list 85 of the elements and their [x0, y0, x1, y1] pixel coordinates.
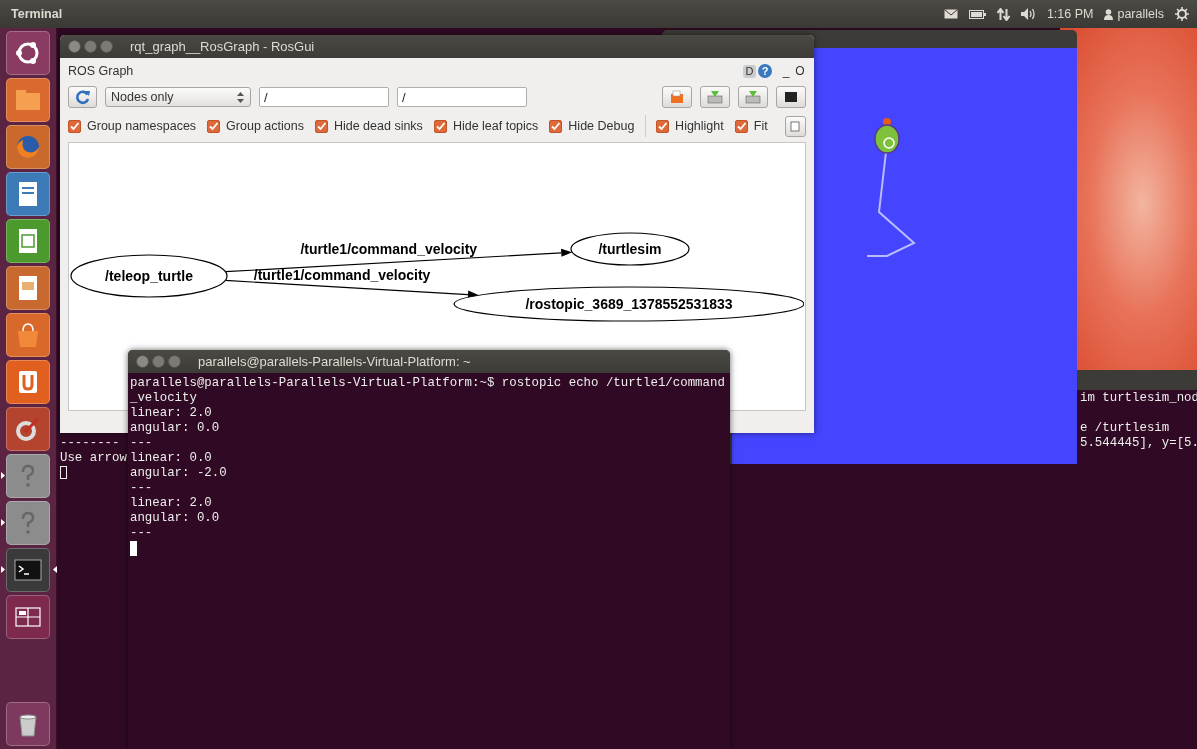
graph-node[interactable]: /turtlesim: [570, 232, 690, 266]
refresh-icon: [74, 89, 91, 105]
terminal-line: Use arrow: [60, 451, 127, 466]
graph-node[interactable]: /teleop_turtle: [70, 254, 228, 298]
check-icon: [208, 120, 220, 132]
terminal-line: linear: 0.0: [130, 451, 213, 466]
folder-icon: [670, 90, 684, 104]
terminal-line: linear: 2.0: [130, 496, 213, 511]
edge-label: /turtle1/command_velocity: [300, 241, 478, 257]
close-button[interactable]: [136, 355, 149, 368]
check-icon: [657, 120, 669, 132]
launcher-item[interactable]: [6, 31, 50, 75]
battery-icon[interactable]: [968, 9, 986, 19]
launcher-item[interactable]: [6, 595, 50, 639]
save-image-button[interactable]: [776, 86, 806, 108]
fit-view-button[interactable]: [784, 115, 806, 137]
check-icon: [69, 120, 80, 132]
network-icon[interactable]: [996, 7, 1010, 21]
terminal-line: angular: -2.0: [130, 466, 228, 481]
option-checkbox[interactable]: Highlight: [656, 119, 724, 133]
launcher-item[interactable]: [6, 266, 50, 310]
terminal-line: _velocity: [130, 391, 198, 406]
updown-icon: [237, 91, 244, 103]
mail-icon[interactable]: [943, 9, 958, 19]
person-icon: [1104, 8, 1114, 20]
node-filter-field[interactable]: /: [259, 87, 389, 107]
user-name[interactable]: parallels: [1117, 7, 1164, 21]
maximize-button[interactable]: [100, 40, 113, 53]
graph-node[interactable]: /rostopic_3689_1378552531833: [453, 286, 804, 322]
terminal-cursor: [130, 541, 137, 556]
terminal-line: ---: [130, 526, 154, 541]
minimize-plugin-button[interactable]: _: [780, 64, 792, 78]
terminal-line: --------: [60, 436, 121, 451]
load-button[interactable]: [662, 86, 692, 108]
check-icon: [735, 120, 747, 132]
minimize-button[interactable]: [84, 40, 97, 53]
launcher-item[interactable]: [6, 219, 50, 263]
volume-icon[interactable]: [1020, 8, 1036, 20]
terminal-line: linear: 2.0: [130, 406, 213, 421]
option-checkbox[interactable]: Fit: [734, 119, 768, 133]
option-checkbox[interactable]: Hide Debug: [549, 119, 635, 133]
option-checkbox[interactable]: Hide leaf topics: [433, 119, 539, 133]
option-checkbox[interactable]: Group actions: [207, 119, 304, 133]
terminal-line: e /turtlesim: [1080, 421, 1171, 436]
terminal-cursor: [60, 466, 67, 479]
debug-button[interactable]: D: [743, 64, 756, 78]
terminal-line: angular: 0.0: [130, 421, 221, 436]
terminal-line: ---: [130, 481, 154, 496]
plugin-title: ROS Graph: [68, 64, 134, 78]
launcher-item[interactable]: [6, 407, 50, 451]
close-plugin-button[interactable]: O: [794, 64, 806, 78]
window-title: parallels@parallels-Parallels-Virtual-Platform: ~: [198, 354, 471, 369]
terminal-line: im turtlesim_nod: [1080, 391, 1197, 406]
maximize-button[interactable]: [168, 355, 181, 368]
clock[interactable]: 1:16 PM: [1046, 7, 1094, 21]
minimize-button[interactable]: [152, 355, 165, 368]
launcher-item[interactable]: [6, 702, 50, 746]
launcher-item[interactable]: [6, 172, 50, 216]
check-icon: [315, 120, 327, 132]
save-icon: [745, 90, 761, 104]
terminal-line: ---: [130, 436, 154, 451]
active-app-name: Terminal: [11, 7, 63, 21]
save-dot-button[interactable]: [700, 86, 730, 108]
terminal-line: angular: 0.0: [130, 511, 221, 526]
option-checkbox[interactable]: Group namespaces: [68, 119, 197, 133]
page-icon: [790, 120, 801, 132]
refresh-button[interactable]: [68, 86, 97, 108]
square-icon: [785, 92, 797, 102]
check-icon: [550, 120, 562, 132]
close-button[interactable]: [68, 40, 81, 53]
save-icon: [707, 90, 723, 104]
settings-icon[interactable]: [1175, 7, 1189, 21]
mode-dropdown[interactable]: Nodes only: [105, 87, 251, 107]
terminal-line: parallels@parallels-Parallels-Virtual-Platform:~$ rostopic echo /turtle1/command: [130, 376, 726, 391]
launcher-item[interactable]: [6, 360, 50, 404]
edge-label: /turtle1/command_velocity: [253, 266, 431, 283]
turtle-drawing: [874, 118, 900, 154]
launcher-item[interactable]: [6, 548, 50, 592]
save-svg-button[interactable]: [738, 86, 768, 108]
option-checkbox[interactable]: Hide dead sinks: [314, 119, 423, 133]
check-icon: [434, 120, 446, 132]
help-button[interactable]: ?: [758, 64, 772, 78]
window-title: rqt_graph__RosGraph - RosGui: [130, 39, 315, 54]
topic-filter-field[interactable]: /: [397, 87, 527, 107]
terminal-line: 5.544445], y=[5.: [1080, 436, 1197, 451]
